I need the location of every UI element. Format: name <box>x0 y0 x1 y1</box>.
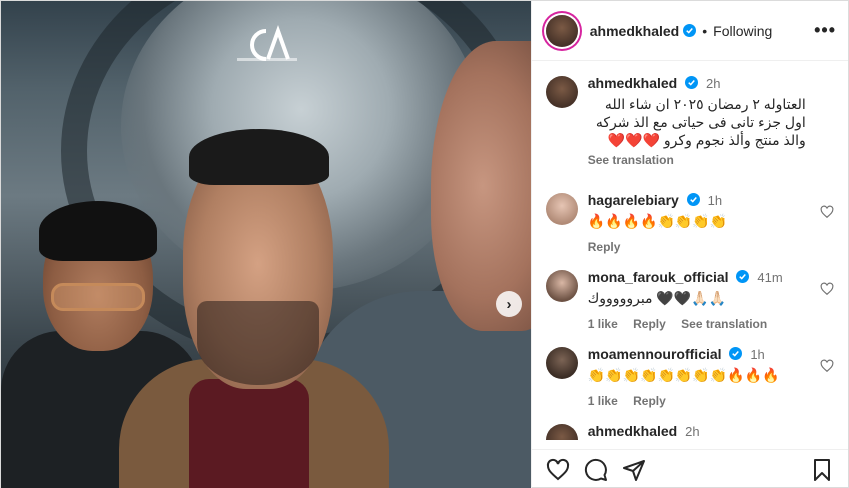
verified-badge-icon <box>686 193 700 206</box>
likes-count[interactable]: 1 like <box>588 394 618 408</box>
comment-item: mona_farouk_official 41m مبروووووك 🖤🖤🙏🏻🙏… <box>545 268 834 333</box>
actor-center-beard <box>197 301 319 385</box>
commenter-avatar[interactable] <box>545 424 578 440</box>
comments-list[interactable]: ahmedkhaled 2h العتاوله ٢ رمضان ٢٠٢٥ ان … <box>532 62 848 440</box>
reply-button[interactable]: Reply <box>588 240 621 254</box>
caption-text: العتاوله ٢ رمضان ٢٠٢٥ ان شاء الله اول جز… <box>595 96 806 148</box>
author-avatar[interactable] <box>545 14 578 47</box>
see-translation-link[interactable]: See translation <box>588 151 834 169</box>
heart-icon[interactable] <box>820 359 834 373</box>
commenter-username[interactable]: moamennourofficial <box>588 346 722 362</box>
heart-icon[interactable] <box>820 282 834 296</box>
caption-username[interactable]: ahmedkhaled <box>588 75 677 91</box>
caption-time[interactable]: 2h <box>706 76 720 91</box>
chevron-right-icon: › <box>506 295 512 313</box>
comment-time[interactable]: 1h <box>708 193 722 208</box>
actor-center-hair <box>189 129 329 185</box>
comment-item: hagarelebiary 1h 🔥🔥🔥🔥👏👏👏👏 Reply <box>545 191 834 256</box>
caption: ahmedkhaled 2h العتاوله ٢ رمضان ٢٠٢٥ ان … <box>545 74 834 169</box>
caption-avatar[interactable] <box>545 76 578 108</box>
reply-button[interactable]: Reply <box>633 317 666 331</box>
actor-center-shirt <box>189 379 309 488</box>
actor-left-hair <box>39 201 157 261</box>
see-translation-link[interactable]: See translation <box>681 317 767 331</box>
commenter-username[interactable]: hagarelebiary <box>588 192 679 208</box>
action-bar <box>531 449 848 488</box>
commenter-avatar[interactable] <box>545 347 578 379</box>
comment-time[interactable]: 2h <box>685 424 699 439</box>
comment-text: مبروووووك 🖤🖤🙏🏻🙏🏻 <box>587 290 727 306</box>
next-media-button[interactable]: › <box>496 291 522 317</box>
commenter-avatar[interactable] <box>545 270 578 302</box>
post-header: ahmedkhaled • Following ••• <box>531 1 848 61</box>
verified-badge-icon <box>736 270 750 283</box>
comment-text: 🔥🔥🔥🔥👏👏👏👏 <box>587 213 728 229</box>
commenter-avatar[interactable] <box>545 193 578 225</box>
verified-badge-icon <box>729 347 743 360</box>
commenter-username[interactable]: ahmedkhaled <box>588 423 677 439</box>
comment-time[interactable]: 1h <box>750 347 764 362</box>
likes-count[interactable]: 1 like <box>588 317 618 331</box>
studio-logo-subtitle <box>237 58 297 61</box>
separator-dot: • <box>702 22 708 39</box>
following-button[interactable]: Following <box>713 23 772 39</box>
comment-text: 👏👏👏👏👏👏👏👏🔥🔥🔥 <box>587 367 780 383</box>
post-sidebar: ahmedkhaled • Following ••• ahmedkhaled <box>530 1 848 488</box>
comment-icon[interactable] <box>584 458 608 482</box>
heart-icon[interactable] <box>546 458 570 482</box>
verified-badge-icon <box>683 24 697 37</box>
author-username[interactable]: ahmedkhaled <box>590 23 679 39</box>
comment-item: ahmedkhaled 2h <box>545 422 834 440</box>
commenter-username[interactable]: mona_farouk_official <box>588 269 729 285</box>
actor-left-glasses <box>51 283 145 311</box>
post-modal: › ahmedkhaled • Following ••• ahmedkhale… <box>0 0 849 488</box>
share-icon[interactable] <box>622 458 646 482</box>
comment-time[interactable]: 41m <box>757 270 782 285</box>
more-options-icon[interactable]: ••• <box>814 20 836 41</box>
heart-icon[interactable] <box>820 205 834 219</box>
post-media[interactable]: › <box>1 1 531 488</box>
verified-badge-icon <box>685 76 699 89</box>
reply-button[interactable]: Reply <box>633 394 666 408</box>
comment-item: moamennourofficial 1h 👏👏👏👏👏👏👏👏🔥🔥🔥 1 like… <box>545 345 834 410</box>
bookmark-icon[interactable] <box>810 458 834 482</box>
